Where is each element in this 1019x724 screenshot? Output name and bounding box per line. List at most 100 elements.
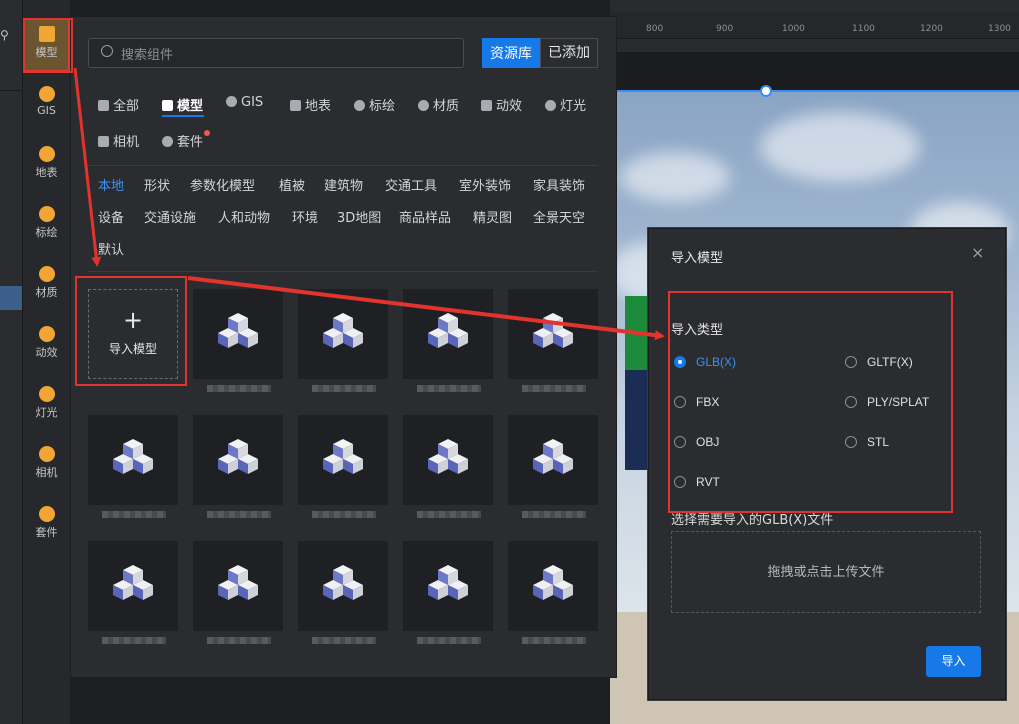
selection-handle[interactable] — [760, 85, 772, 97]
model-icon — [162, 100, 173, 111]
rail-item-label: 套件 — [35, 526, 58, 539]
model-thumbnail[interactable] — [298, 289, 388, 379]
rail-item-effect[interactable]: 动效 — [23, 320, 70, 374]
sub-traffic[interactable]: 交通设施 — [144, 207, 196, 226]
cat-kit[interactable]: 套件 — [162, 131, 203, 150]
search-input[interactable] — [119, 42, 443, 66]
divider — [0, 90, 22, 91]
sub-furniture[interactable]: 家具装饰 — [533, 175, 585, 194]
search-icon — [101, 45, 113, 57]
model-thumbnail[interactable] — [403, 415, 493, 505]
blurred-model-name — [207, 637, 271, 644]
gis-icon — [38, 86, 55, 102]
grid-icon — [98, 100, 109, 111]
model-thumbnail[interactable] — [508, 289, 598, 379]
model-thumbnail[interactable] — [403, 541, 493, 631]
blurred-model-name — [522, 511, 586, 518]
blurred-model-name — [417, 385, 481, 392]
cat-effect[interactable]: 动效 — [481, 95, 522, 114]
blurred-model-name — [417, 511, 481, 518]
model-thumbnail[interactable] — [508, 541, 598, 631]
sub-local[interactable]: 本地 — [98, 175, 124, 194]
rail-item-terrain[interactable]: 地表 — [23, 140, 70, 194]
sub-people-animals[interactable]: 人和动物 — [218, 207, 270, 226]
star-icon — [481, 100, 492, 111]
close-icon[interactable]: × — [971, 243, 984, 262]
sub-vehicle[interactable]: 交通工具 — [385, 175, 437, 194]
divider — [88, 271, 598, 272]
blurred-model-name — [312, 637, 376, 644]
blurred-model-name — [417, 637, 481, 644]
rail-item-label: 材质 — [35, 286, 58, 299]
cat-gis[interactable]: GIS — [226, 95, 263, 110]
blurred-model-name — [102, 511, 166, 518]
annotation-box-types — [668, 291, 953, 513]
blurred-model-name — [312, 511, 376, 518]
model-thumbnail[interactable] — [403, 289, 493, 379]
left-toolbar-strip: ⚲ — [0, 0, 23, 724]
cube-model-icon — [218, 313, 258, 348]
resource-library-button[interactable]: 资源库 — [482, 38, 540, 68]
rail-item-label: 地表 — [35, 166, 58, 179]
cat-all[interactable]: 全部 — [98, 95, 139, 114]
terrain-icon — [38, 146, 55, 162]
ruler-tick: 900 — [716, 24, 734, 34]
cat-material[interactable]: 材质 — [418, 95, 459, 114]
sub-vegetation[interactable]: 植被 — [279, 175, 305, 194]
rail-item-light[interactable]: 灯光 — [23, 380, 70, 434]
rail-item-gis[interactable]: GIS — [23, 80, 70, 134]
sub-default[interactable]: 默认 — [98, 239, 124, 258]
cube-model-icon — [323, 565, 363, 600]
rail-item-camera[interactable]: 相机 — [23, 440, 70, 494]
active-tab-underline — [162, 115, 204, 117]
search-icon[interactable]: ⚲ — [0, 28, 9, 42]
kit-icon — [162, 136, 173, 147]
upload-dropzone[interactable]: 拖拽或点击上传文件 — [671, 531, 981, 613]
effect-icon — [38, 326, 55, 342]
blurred-model-name — [522, 385, 586, 392]
lamp-icon — [545, 100, 556, 111]
rail-item-plot[interactable]: 标绘 — [23, 200, 70, 254]
annotation-box-model — [23, 18, 73, 73]
terrain-icon — [290, 100, 301, 111]
annotation-box-import — [75, 276, 187, 386]
rail-item-material[interactable]: 材质 — [23, 260, 70, 314]
sub-parametric[interactable]: 参数化模型 — [190, 175, 255, 194]
blurred-model-name — [102, 637, 166, 644]
sub-sprite[interactable]: 精灵图 — [473, 207, 512, 226]
model-thumbnail[interactable] — [193, 415, 283, 505]
cube-model-icon — [533, 313, 573, 348]
blurred-model-name — [312, 385, 376, 392]
cube-model-icon — [428, 439, 468, 474]
cube-model-icon — [113, 439, 153, 474]
model-thumbnail[interactable] — [88, 415, 178, 505]
import-button[interactable]: 导入 — [926, 646, 981, 677]
search-box[interactable] — [88, 38, 464, 68]
rail-item-kit[interactable]: 套件 — [23, 500, 70, 554]
sub-outdoor[interactable]: 室外装饰 — [459, 175, 511, 194]
model-thumbnail[interactable] — [298, 541, 388, 631]
model-thumbnail[interactable] — [298, 415, 388, 505]
model-thumbnail[interactable] — [193, 289, 283, 379]
sub-panorama[interactable]: 全景天空 — [533, 207, 585, 226]
cat-model[interactable]: 模型 — [162, 95, 203, 114]
cat-camera[interactable]: 相机 — [98, 131, 139, 150]
divider — [88, 165, 598, 166]
blurred-model-name — [207, 511, 271, 518]
sub-building[interactable]: 建筑物 — [324, 175, 363, 194]
cat-light[interactable]: 灯光 — [545, 95, 586, 114]
added-button[interactable]: 已添加 — [540, 38, 598, 68]
cat-terrain[interactable]: 地表 — [290, 95, 331, 114]
material-icon — [418, 100, 429, 111]
model-thumbnail[interactable] — [88, 541, 178, 631]
model-thumbnail[interactable] — [193, 541, 283, 631]
model-thumbnail[interactable] — [508, 415, 598, 505]
sub-products[interactable]: 商品样品 — [399, 207, 451, 226]
sub-3d-map[interactable]: 3D地图 — [337, 207, 381, 226]
cube-model-icon — [218, 565, 258, 600]
cat-plot[interactable]: 标绘 — [354, 95, 395, 114]
sub-equipment[interactable]: 设备 — [98, 207, 124, 226]
sub-environment[interactable]: 环境 — [292, 207, 318, 226]
sub-shape[interactable]: 形状 — [144, 175, 170, 194]
cube-model-icon — [428, 565, 468, 600]
